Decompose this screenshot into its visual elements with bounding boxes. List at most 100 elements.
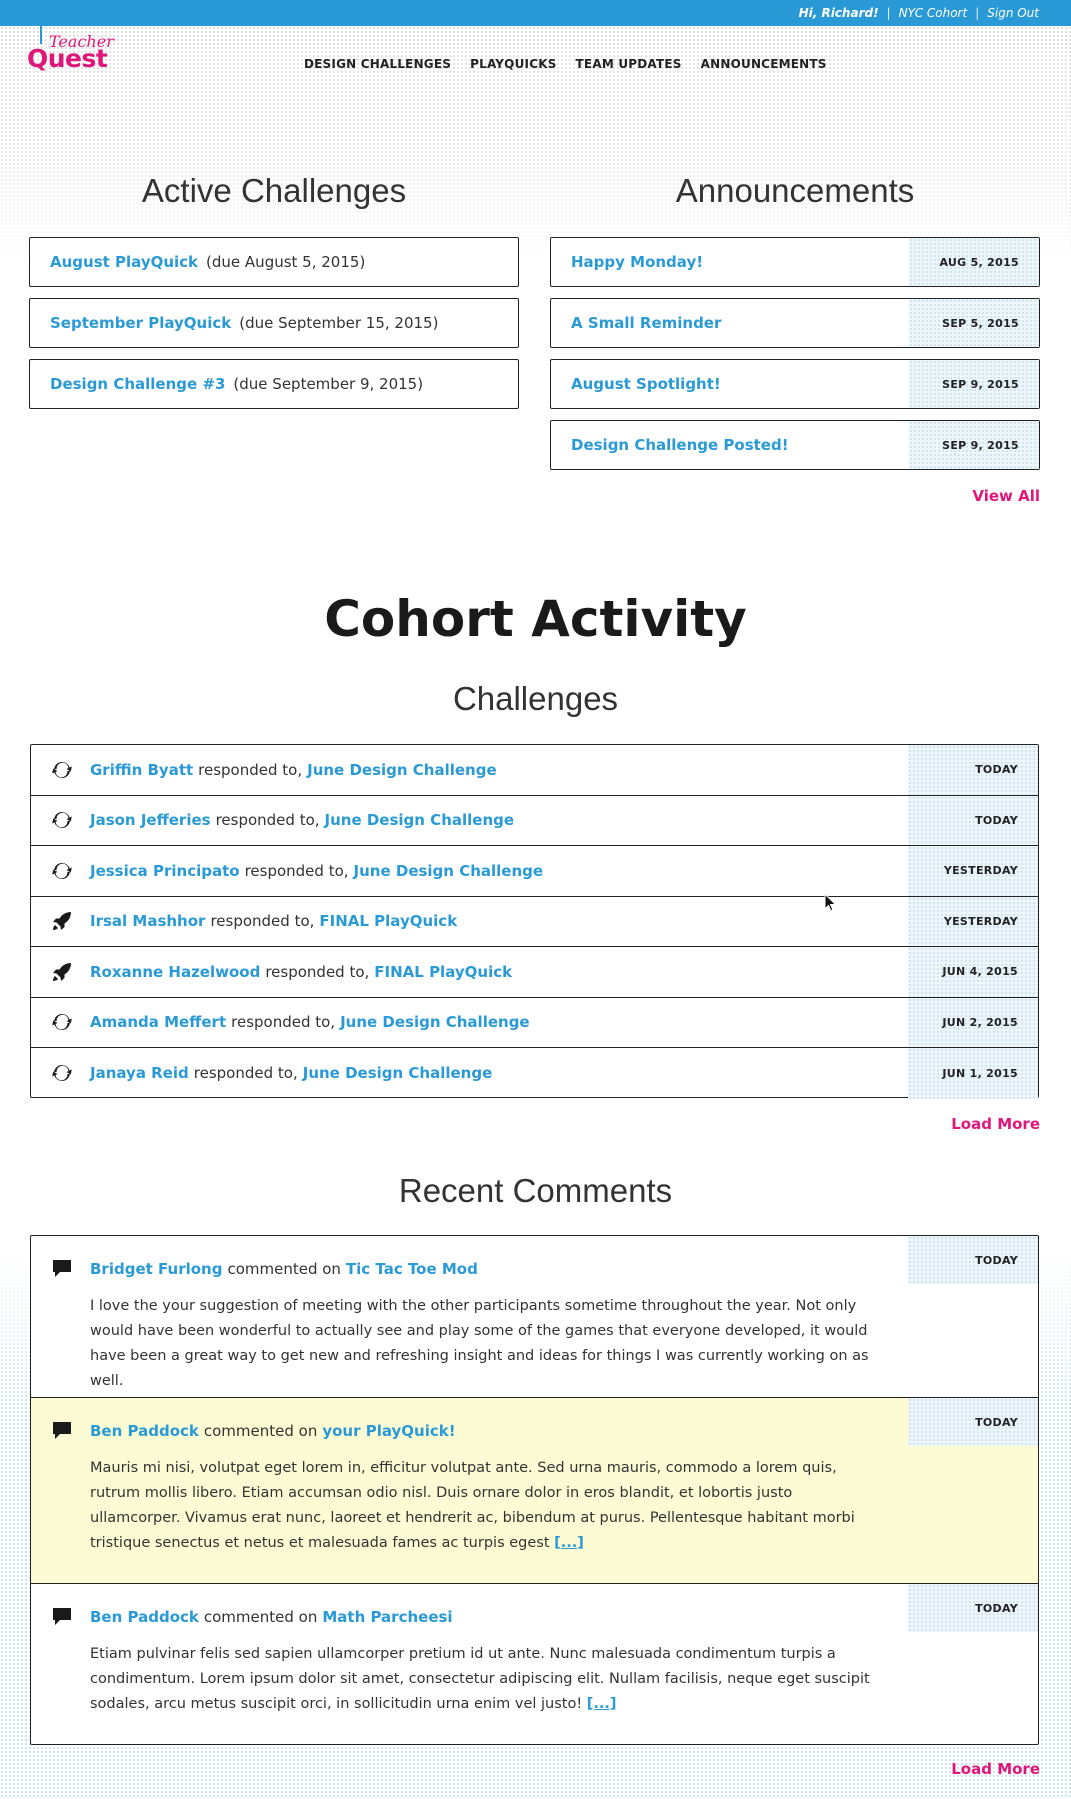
comment-row-highlighted: Ben Paddock commented on your PlayQuick!… (31, 1398, 1038, 1584)
comment-person-link[interactable]: Ben Paddock (90, 1608, 199, 1626)
activity-verb: responded to, (215, 811, 320, 830)
activity-target-link[interactable]: June Design Challenge (307, 761, 497, 779)
comment-icon (51, 1260, 73, 1278)
announcement-date: AUG 5, 2015 (909, 238, 1039, 286)
rocket-icon (51, 910, 73, 932)
separator: | (886, 6, 891, 20)
comment-date: TODAY (908, 1236, 1038, 1284)
load-more-activity-link[interactable]: Load More (951, 1115, 1040, 1133)
activity-person-link[interactable]: Roxanne Hazelwood (90, 963, 260, 981)
activity-row: Jason Jefferies responded to, June Desig… (31, 795, 1038, 846)
activity-target-link[interactable]: June Design Challenge (340, 1013, 530, 1031)
activity-date: YESTERDAY (908, 846, 1038, 896)
logo-line2: Quest (27, 44, 108, 73)
challenge-item: Design Challenge #3 (due September 9, 20… (29, 359, 519, 409)
activity-target-link[interactable]: FINAL PlayQuick (374, 963, 512, 981)
challenge-link[interactable]: August PlayQuick (50, 253, 198, 271)
comment-verb: commented on (203, 1422, 318, 1440)
comment-verb: commented on (203, 1608, 318, 1626)
cohort-link[interactable]: NYC Cohort (899, 6, 968, 20)
activity-verb: responded to, (193, 1064, 298, 1083)
challenge-item: August PlayQuick (due August 5, 2015) (29, 237, 519, 287)
activity-person-link[interactable]: Griffin Byatt (90, 761, 193, 779)
rocket-icon (51, 961, 73, 983)
challenges-title: Challenges (452, 680, 619, 717)
activity-verb: responded to, (244, 861, 349, 880)
comment-body: Mauris mi nisi, volutpat eget lorem in, … (90, 1456, 878, 1556)
comment-person-link[interactable]: Ben Paddock (90, 1422, 199, 1440)
nav-announcements[interactable]: ANNOUNCEMENTS (701, 57, 827, 71)
separator: | (975, 6, 980, 20)
nav-team-updates[interactable]: TEAM UPDATES (576, 57, 682, 71)
comment-row: Bridget Furlong commented on Tic Tac Toe… (31, 1236, 1038, 1398)
activity-row: Griffin Byatt responded to, June Design … (31, 745, 1038, 796)
challenge-due: (due August 5, 2015) (206, 253, 366, 271)
challenge-due: (due September 15, 2015) (239, 314, 439, 332)
refresh-icon (51, 860, 73, 882)
activity-person-link[interactable]: Jessica Principato (90, 862, 240, 880)
announcement-item: August Spotlight! SEP 9, 2015 (550, 359, 1040, 409)
nav-design-challenges[interactable]: DESIGN CHALLENGES (304, 57, 451, 71)
announcement-link[interactable]: August Spotlight! (571, 375, 721, 393)
activity-person-link[interactable]: Janaya Reid (90, 1064, 189, 1082)
user-greeting: Hi, Richard! (798, 6, 879, 20)
activity-verb: responded to, (231, 1013, 336, 1032)
comment-icon (51, 1608, 73, 1626)
activity-date: JUN 4, 2015 (908, 947, 1038, 997)
comment-icon (51, 1422, 73, 1440)
activity-date: JUN 2, 2015 (908, 997, 1038, 1047)
activity-date: JUN 1, 2015 (908, 1048, 1038, 1099)
read-more-link[interactable]: [...] (587, 1696, 617, 1712)
announcements-title: Announcements (675, 172, 915, 209)
activity-row: Jessica Principato responded to, June De… (31, 846, 1038, 897)
logo-stem (40, 24, 42, 44)
activity-target-link[interactable]: June Design Challenge (354, 862, 544, 880)
read-more-link[interactable]: [...] (554, 1535, 584, 1551)
cohort-activity-title: Cohort Activity (324, 590, 747, 648)
activity-target-link[interactable]: FINAL PlayQuick (319, 912, 457, 930)
refresh-icon (51, 809, 73, 831)
comment-verb: commented on (227, 1260, 341, 1278)
challenge-due: (due September 9, 2015) (233, 375, 424, 393)
comment-target-link[interactable]: Tic Tac Toe Mod (346, 1260, 478, 1278)
announcement-link[interactable]: Design Challenge Posted! (571, 436, 789, 454)
activity-date: YESTERDAY (908, 896, 1038, 946)
announcement-link[interactable]: Happy Monday! (571, 253, 703, 271)
recent-comments-table: Bridget Furlong commented on Tic Tac Toe… (30, 1235, 1039, 1745)
top-bar: Hi, Richard! | NYC Cohort | Sign Out (0, 0, 1071, 26)
activity-date: TODAY (908, 745, 1038, 795)
load-more-comments-link[interactable]: Load More (951, 1760, 1040, 1778)
comment-target-link[interactable]: your PlayQuick! (322, 1422, 455, 1440)
announcement-item: Happy Monday! AUG 5, 2015 (550, 237, 1040, 287)
sign-out-link[interactable]: Sign Out (987, 6, 1039, 20)
comment-date: TODAY (908, 1584, 1038, 1632)
announcement-date: SEP 5, 2015 (909, 299, 1039, 347)
announcement-link[interactable]: A Small Reminder (571, 314, 721, 332)
activity-verb: responded to, (265, 962, 370, 981)
activity-person-link[interactable]: Jason Jefferies (90, 811, 211, 829)
activity-target-link[interactable]: June Design Challenge (325, 811, 515, 829)
comment-date: TODAY (908, 1398, 1038, 1446)
comment-body: Etiam pulvinar felis sed sapien ullamcor… (90, 1642, 878, 1717)
activity-verb: responded to, (210, 912, 315, 931)
view-all-announcements-link[interactable]: View All (972, 487, 1040, 505)
teacherquest-logo[interactable]: Teacher Quest (27, 24, 127, 74)
announcement-item: Design Challenge Posted! SEP 9, 2015 (550, 420, 1040, 470)
activity-date: TODAY (908, 795, 1038, 845)
main-nav: DESIGN CHALLENGES PLAYQUICKS TEAM UPDATE… (304, 57, 827, 71)
refresh-icon (51, 1011, 73, 1033)
nav-playquicks[interactable]: PLAYQUICKS (470, 57, 556, 71)
refresh-icon (51, 759, 73, 781)
challenge-link[interactable]: Design Challenge #3 (50, 375, 225, 393)
refresh-icon (51, 1062, 73, 1084)
activity-row: Irsal Mashhor responded to, FINAL PlayQu… (31, 896, 1038, 947)
announcement-date: SEP 9, 2015 (909, 421, 1039, 469)
comment-person-link[interactable]: Bridget Furlong (90, 1260, 222, 1278)
activity-target-link[interactable]: June Design Challenge (303, 1064, 493, 1082)
challenge-item: September PlayQuick (due September 15, 2… (29, 298, 519, 348)
activity-row: Roxanne Hazelwood responded to, FINAL Pl… (31, 947, 1038, 998)
activity-person-link[interactable]: Irsal Mashhor (90, 912, 205, 930)
comment-target-link[interactable]: Math Parcheesi (322, 1608, 452, 1626)
challenge-link[interactable]: September PlayQuick (50, 314, 231, 332)
activity-person-link[interactable]: Amanda Meffert (90, 1013, 226, 1031)
